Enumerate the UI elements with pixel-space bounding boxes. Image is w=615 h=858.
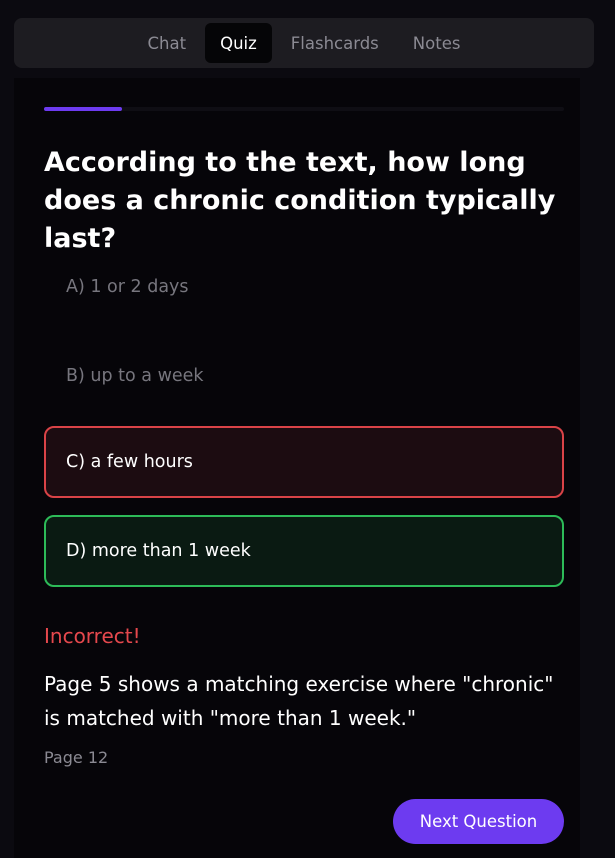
tab-chat[interactable]: Chat bbox=[133, 23, 202, 63]
answer-explanation: Page 5 shows a matching exercise where "… bbox=[44, 672, 554, 730]
answer-option-d[interactable]: D) more than 1 week bbox=[44, 515, 564, 587]
quiz-panel: According to the text, how long does a c… bbox=[14, 78, 580, 858]
question-text: According to the text, how long does a c… bbox=[44, 147, 556, 254]
quiz-progress-fill bbox=[44, 107, 122, 111]
tab-notes[interactable]: Notes bbox=[398, 23, 476, 63]
result-status: Incorrect! bbox=[44, 624, 141, 648]
answer-option-b[interactable]: B) up to a week bbox=[44, 340, 564, 412]
tab-bar: Chat Quiz Flashcards Notes bbox=[14, 18, 594, 68]
quiz-progress-bar bbox=[44, 107, 564, 111]
answer-option-c[interactable]: C) a few hours bbox=[44, 426, 564, 498]
page-reference[interactable]: Page 12 bbox=[44, 748, 108, 767]
answer-option-a[interactable]: A) 1 or 2 days bbox=[44, 251, 564, 323]
tab-flashcards[interactable]: Flashcards bbox=[276, 23, 394, 63]
tab-quiz[interactable]: Quiz bbox=[205, 23, 272, 63]
next-question-button[interactable]: Next Question bbox=[393, 799, 564, 844]
